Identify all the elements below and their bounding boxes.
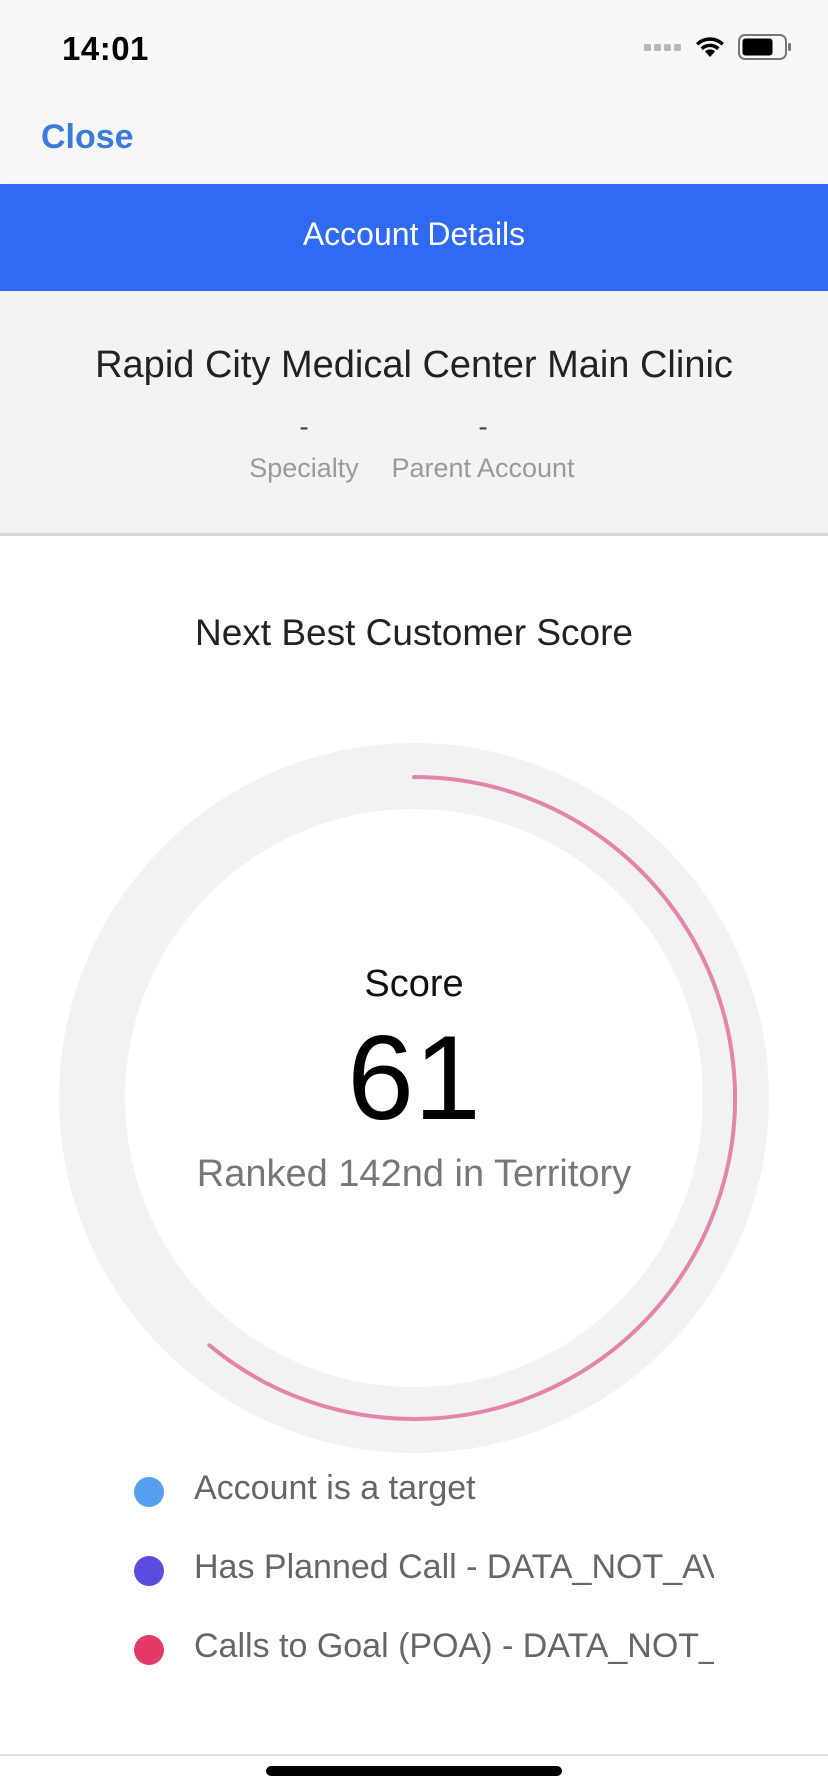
account-details-screen: 14:01 Close Account Details Rapid City M… (0, 0, 828, 1792)
legend-label: Account is a target (194, 1469, 476, 1507)
score-legend: Account is a target Has Planned Call - D… (134, 1469, 714, 1706)
territory-rank: Ranked 142nd in Territory (196, 1153, 632, 1195)
specialty-field: - Specialty (236, 411, 372, 484)
account-name: Rapid City Medical Center Main Clinic (95, 344, 733, 386)
status-bar: 14:01 (0, 0, 828, 96)
legend-item: Calls to Goal (POA) - DATA_NOT_AVAILABLE (134, 1627, 714, 1706)
bottom-divider (0, 1754, 828, 1756)
score-section-title: Next Best Customer Score (195, 612, 633, 653)
legend-item: Has Planned Call - DATA_NOT_AVAILABLE (134, 1548, 714, 1627)
status-time: 14:01 (62, 30, 149, 67)
account-summary: Rapid City Medical Center Main Clinic - … (0, 291, 828, 536)
specialty-value: - (299, 411, 309, 442)
legend-dot-icon (134, 1556, 164, 1586)
signal-dots-icon (644, 44, 681, 51)
home-indicator[interactable] (266, 1766, 562, 1776)
specialty-label: Specialty (249, 453, 359, 483)
score-label: Score (364, 963, 464, 1005)
legend-dot-icon (134, 1477, 164, 1507)
wifi-icon (696, 37, 724, 57)
parent-account-value: - (478, 411, 488, 442)
page-title: Account Details (302, 216, 526, 252)
legend-label: Calls to Goal (POA) - DATA_NOT_AVAILABLE (194, 1627, 714, 1665)
status-icons (644, 34, 792, 60)
legend-dot-icon (134, 1635, 164, 1665)
parent-account-field: - Parent Account (380, 411, 586, 484)
header-bar: Account Details (0, 184, 828, 291)
nav-bar: Close (0, 96, 828, 184)
parent-account-label: Parent Account (391, 453, 575, 483)
close-button[interactable]: Close (41, 118, 134, 157)
battery-icon (738, 34, 791, 60)
legend-label: Has Planned Call - DATA_NOT_AVAILABLE (194, 1548, 714, 1586)
legend-item: Account is a target (134, 1469, 714, 1548)
score-value: 61 (347, 1011, 481, 1145)
